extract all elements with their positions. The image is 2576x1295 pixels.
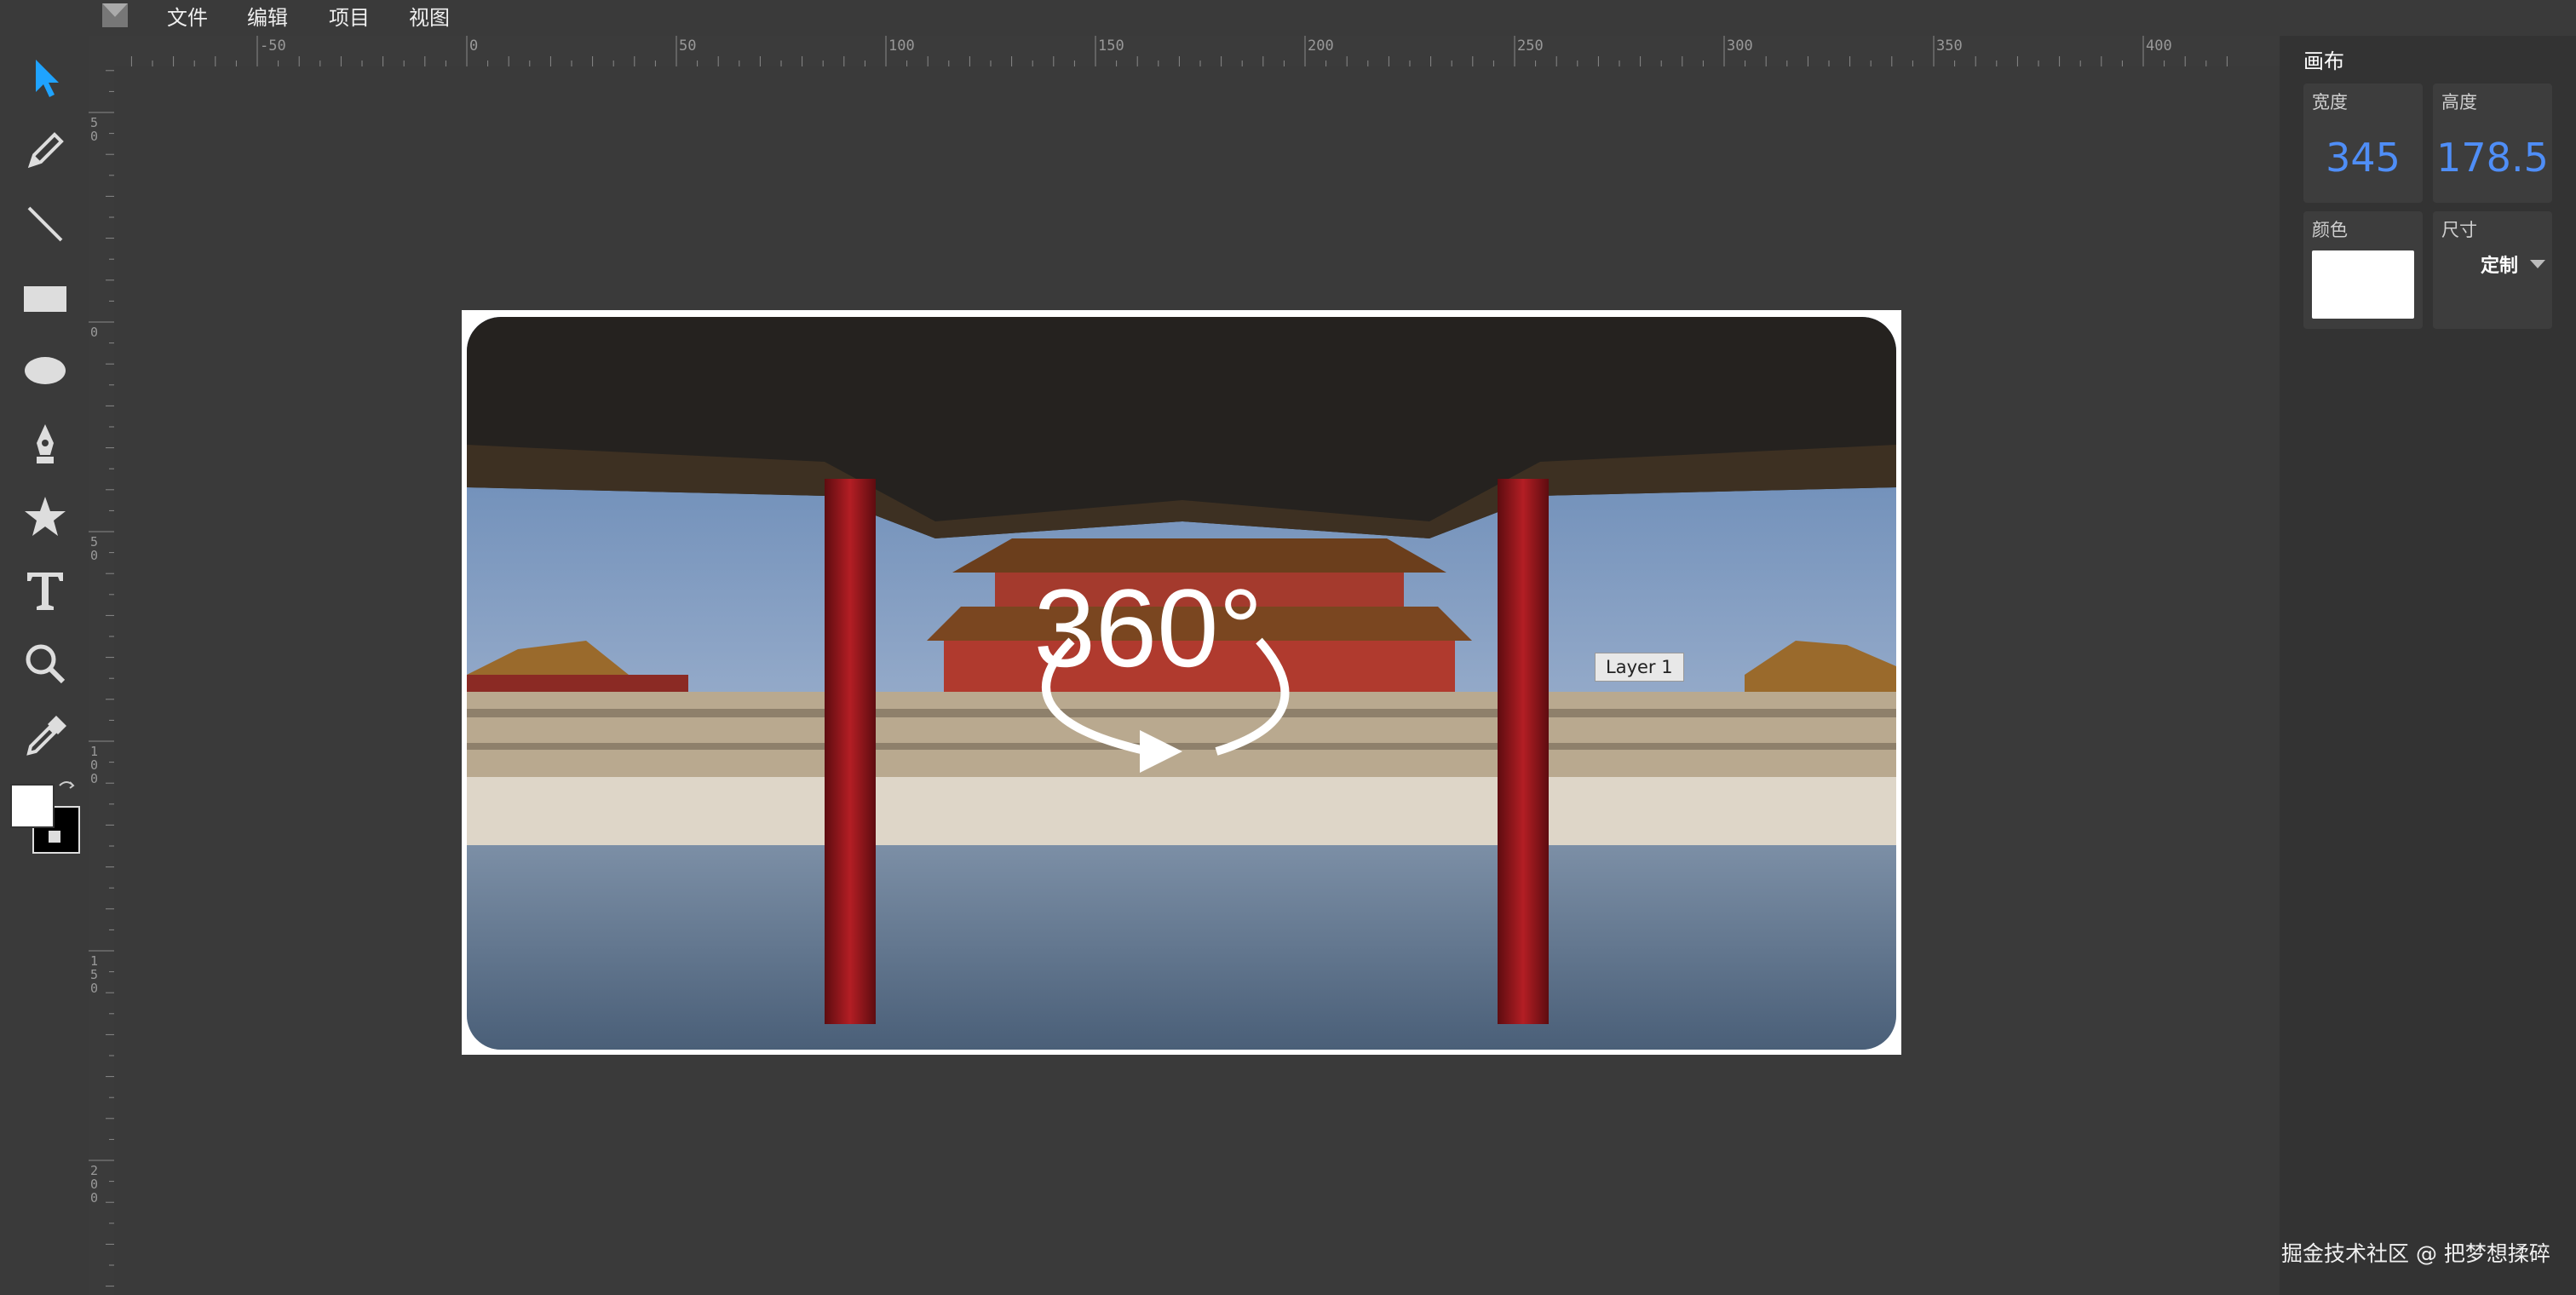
ruler-label: 50 bbox=[679, 37, 697, 55]
menu-view[interactable]: 视图 bbox=[409, 0, 450, 36]
svg-text:360°: 360° bbox=[1034, 566, 1263, 690]
menu-file[interactable]: 文件 bbox=[167, 0, 208, 36]
ruler-label: 100 bbox=[888, 37, 915, 55]
line-tool[interactable] bbox=[19, 198, 72, 250]
ruler-label: -50 bbox=[260, 37, 286, 55]
ruler-label: 200 bbox=[1308, 37, 1334, 55]
size-select[interactable]: 定制 bbox=[2481, 250, 2545, 278]
swap-colors-icon[interactable] bbox=[56, 779, 77, 799]
ruler-label: 50 bbox=[90, 115, 99, 144]
app-logo-icon bbox=[102, 3, 128, 27]
size-card: 尺寸 定制 bbox=[2433, 211, 2552, 329]
ruler-label: 300 bbox=[1727, 37, 1753, 55]
star-tool[interactable] bbox=[19, 491, 72, 544]
text-tool[interactable] bbox=[19, 564, 72, 617]
pen-icon bbox=[37, 424, 54, 463]
pencil-tool[interactable] bbox=[19, 124, 72, 177]
ruler-label: 100 bbox=[90, 744, 99, 786]
ruler-label: 350 bbox=[1936, 37, 1963, 55]
pencil-icon bbox=[27, 132, 64, 169]
panel-title: 画布 bbox=[2303, 49, 2344, 73]
zoom-tool[interactable] bbox=[19, 637, 72, 690]
ruler-vertical: 50 0 50 100 150 200 bbox=[89, 66, 115, 1295]
canvas-color-swatch[interactable] bbox=[2312, 250, 2414, 319]
line-icon bbox=[27, 206, 63, 242]
ruler-label: 50 bbox=[90, 534, 99, 563]
width-card: 宽度 345 bbox=[2303, 83, 2423, 203]
height-input[interactable]: 178.5 bbox=[2433, 135, 2552, 181]
menu-project[interactable]: 项目 bbox=[329, 0, 370, 36]
properties-panel: 画布 宽度 345 高度 178.5 颜色 尺寸 定制 bbox=[2280, 36, 2576, 1295]
ruler-label: 150 bbox=[1098, 37, 1124, 55]
width-input[interactable]: 345 bbox=[2303, 135, 2423, 181]
ruler-label: 150 bbox=[90, 953, 99, 996]
artboard[interactable]: 360° bbox=[462, 310, 1901, 1055]
tool-palette bbox=[0, 36, 89, 1295]
eyedropper-icon bbox=[26, 716, 66, 756]
select-icon bbox=[36, 60, 59, 97]
height-label: 高度 bbox=[2441, 92, 2477, 112]
panorama-image[interactable]: 360° bbox=[467, 317, 1896, 1050]
size-label: 尺寸 bbox=[2441, 220, 2477, 240]
color-label: 颜色 bbox=[2312, 220, 2348, 240]
text-icon bbox=[27, 573, 63, 610]
ruler-label: 0 bbox=[469, 37, 479, 55]
chevron-down-icon bbox=[2530, 260, 2545, 268]
color-card: 颜色 bbox=[2303, 211, 2423, 329]
height-card: 高度 178.5 bbox=[2433, 83, 2552, 203]
menu-bar: 文件 编辑 项目 视图 bbox=[0, 0, 2280, 36]
watermark-text: 掘金技术社区 @ 把梦想揉碎 bbox=[2281, 1241, 2550, 1266]
ruler-label: 400 bbox=[2146, 37, 2172, 55]
star-icon bbox=[25, 497, 66, 536]
menu-edit[interactable]: 编辑 bbox=[247, 0, 288, 36]
reset-colors-icon[interactable] bbox=[48, 830, 61, 843]
ellipse-tool[interactable] bbox=[19, 344, 72, 397]
ellipse-icon bbox=[25, 357, 66, 384]
ruler-horizontal: -50 0 50 100 150 200 250 300 350 400 bbox=[89, 36, 2280, 67]
ruler-label: 250 bbox=[1517, 37, 1544, 55]
pen-tool[interactable] bbox=[19, 417, 72, 470]
select-tool[interactable] bbox=[19, 51, 72, 104]
zoom-icon bbox=[26, 644, 66, 684]
width-label: 宽度 bbox=[2312, 92, 2348, 112]
foreground-color-swatch[interactable] bbox=[10, 784, 55, 828]
eyedropper-tool[interactable] bbox=[19, 711, 72, 763]
rectangle-tool[interactable] bbox=[19, 271, 72, 324]
ruler-label: 0 bbox=[90, 325, 99, 340]
layer-label[interactable]: Layer 1 bbox=[1595, 653, 1684, 682]
ruler-label: 200 bbox=[90, 1163, 99, 1206]
rectangle-icon bbox=[24, 286, 66, 312]
size-select-value: 定制 bbox=[2480, 256, 2518, 277]
